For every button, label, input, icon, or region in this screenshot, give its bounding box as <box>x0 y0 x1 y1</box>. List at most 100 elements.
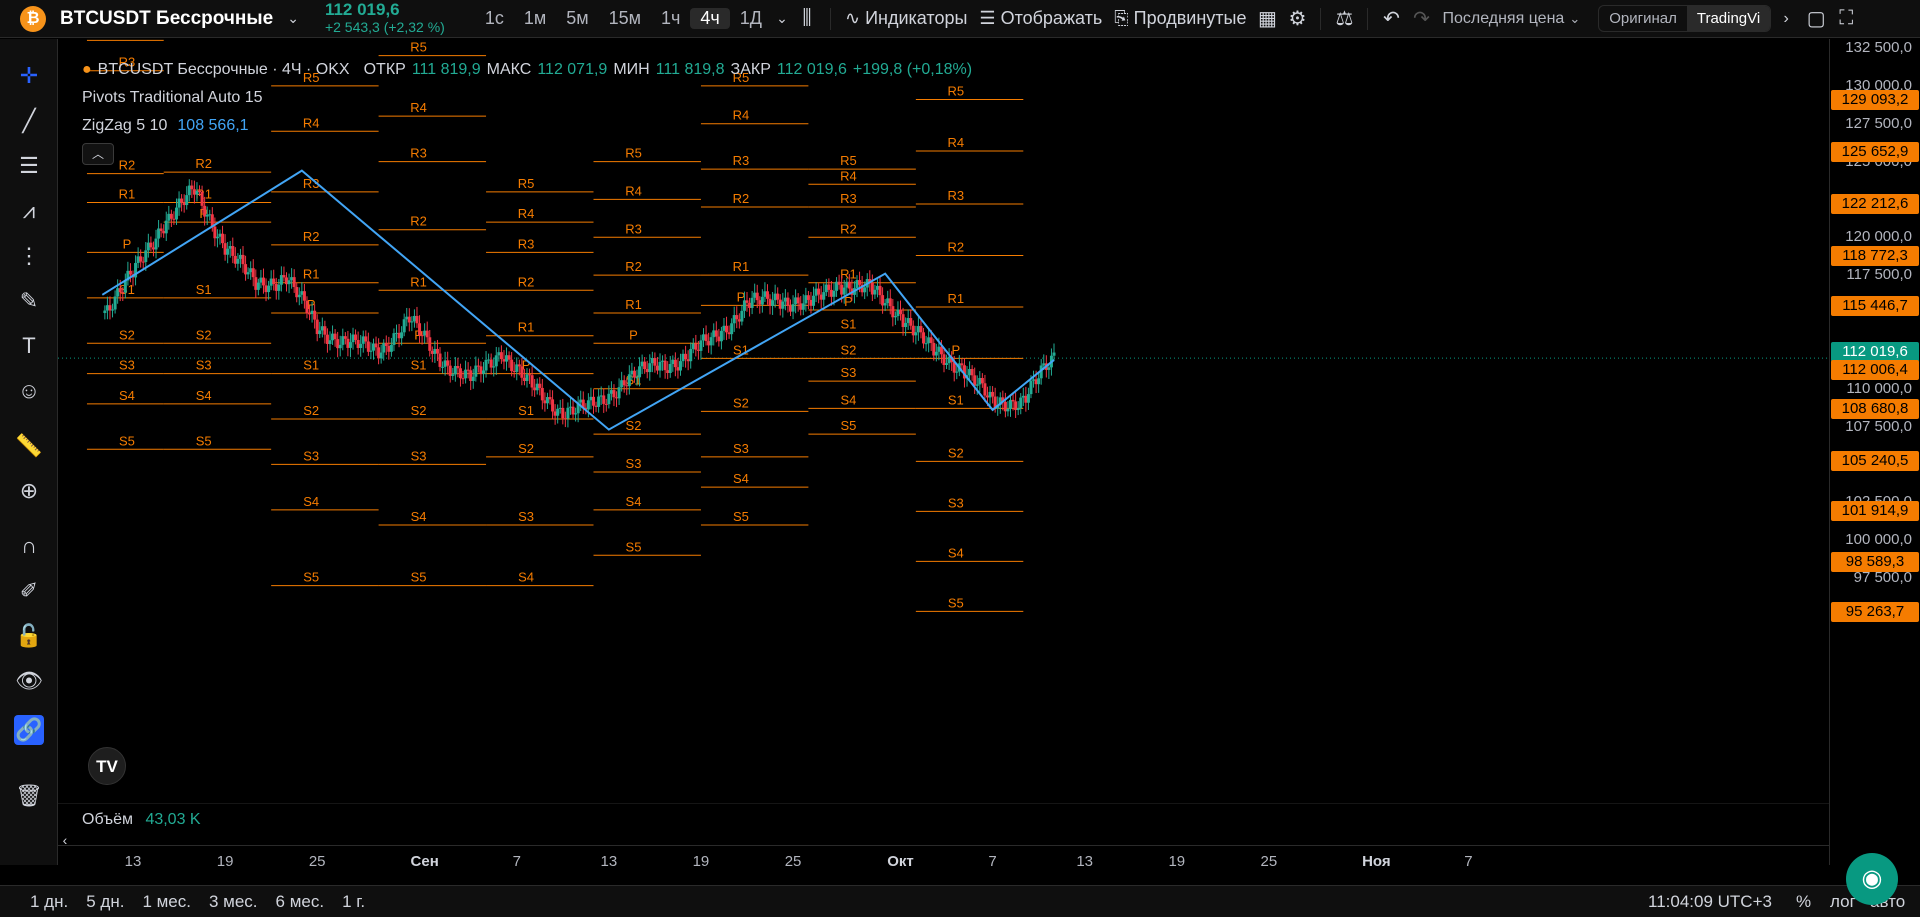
candle-up <box>218 233 222 237</box>
brush-icon[interactable]: ✎ <box>14 286 44 316</box>
candle-down <box>313 310 317 320</box>
candle-up <box>1037 378 1041 385</box>
candle-up <box>955 371 959 373</box>
zoom-icon[interactable]: ⊕ <box>14 476 44 506</box>
range-1d-button[interactable]: 1 дн. <box>30 892 68 912</box>
gear-icon[interactable]: ⚙ <box>1282 6 1312 31</box>
candle-down <box>748 302 752 308</box>
forecast-icon[interactable]: ⋮ <box>14 241 44 271</box>
emoji-icon[interactable]: ☺ <box>14 376 44 406</box>
price-axis[interactable]: 132 500,0130 000,0127 500,0125 000,0120 … <box>1829 39 1920 865</box>
pivot-level-label: R3 <box>625 221 642 236</box>
candle-down <box>182 202 186 206</box>
pencil-lock-icon[interactable]: ✐ <box>14 576 44 606</box>
candle-down <box>274 283 278 291</box>
view-original-tab[interactable]: Оригинал <box>1599 6 1687 31</box>
calendar-icon[interactable]: ▦ <box>1252 6 1282 31</box>
collapse-legend-button[interactable]: ︿ <box>82 143 114 165</box>
candle-up <box>678 361 682 371</box>
pivot-level-label: R1 <box>948 291 965 306</box>
tradingview-logo[interactable]: TV <box>88 747 126 785</box>
candle-down <box>707 341 711 346</box>
candle-down <box>604 403 608 405</box>
range-6m-button[interactable]: 6 мес. <box>276 892 325 912</box>
price-type-selector[interactable]: Последняя цена ⌄ <box>1436 10 1586 28</box>
candle-up <box>187 185 191 196</box>
range-5d-button[interactable]: 5 дн. <box>86 892 124 912</box>
candle-down <box>466 369 470 371</box>
pivot-level-label: S1 <box>303 358 319 373</box>
candle-down <box>663 360 667 371</box>
zigzag-value: 108 566,1 <box>177 117 249 134</box>
timeframe-1s[interactable]: 1с <box>475 8 514 29</box>
candle-up <box>259 277 263 283</box>
lock-icon[interactable]: 🔓 <box>14 621 44 651</box>
advanced-button[interactable]: ⎘ Продвинутые <box>1108 8 1252 29</box>
timeframe-1d[interactable]: 1Д <box>730 8 772 29</box>
candle-down <box>899 309 902 315</box>
divider <box>1367 7 1369 30</box>
redo-icon[interactable]: ↷ <box>1406 6 1436 31</box>
pivot-level-label: S4 <box>119 388 135 403</box>
candle-up <box>310 310 314 315</box>
pivot-level-label: R1 <box>119 186 136 201</box>
magnet-icon[interactable]: ∩ <box>14 531 44 561</box>
candle-up <box>978 377 982 385</box>
pivot-level-label: S3 <box>196 358 212 373</box>
pattern-icon[interactable]: ⩘ <box>14 196 44 226</box>
timeframe-15m[interactable]: 15м <box>599 8 651 29</box>
candle-up <box>402 319 406 333</box>
percent-toggle[interactable]: % <box>1796 892 1811 912</box>
support-chat-button[interactable]: ◉ <box>1846 853 1898 905</box>
range-1m-button[interactable]: 1 мес. <box>142 892 191 912</box>
display-button[interactable]: ☰ Отображать <box>973 8 1108 29</box>
timeframe-1m[interactable]: 1м <box>514 8 556 29</box>
timeframe-5m[interactable]: 5м <box>556 8 598 29</box>
candle-up <box>875 285 879 290</box>
view-tradingview-tab[interactable]: TradingVi <box>1686 6 1771 31</box>
timeframe-1h[interactable]: 1ч <box>651 8 690 29</box>
candle-down <box>806 295 810 300</box>
candle-down <box>1014 401 1018 411</box>
timeframe-4h[interactable]: 4ч <box>690 8 730 29</box>
candle-up <box>924 343 928 345</box>
pivot-level-label: S1 <box>948 392 964 407</box>
chevron-right-icon[interactable]: › <box>1771 10 1801 28</box>
trash-icon[interactable]: 🗑 <box>14 781 44 811</box>
fullscreen-icon[interactable]: ▢ <box>1801 6 1831 31</box>
trend-line-icon[interactable]: ╱ <box>14 106 44 136</box>
candle-down <box>768 298 772 306</box>
time-tick: 7 <box>988 853 997 870</box>
candle-down <box>901 314 905 328</box>
indicators-button[interactable]: ∿ Индикаторы <box>839 8 973 29</box>
candle-up <box>433 348 437 354</box>
symbol-selector[interactable]: BTCUSDT Бессрочные ⌄ <box>54 4 305 34</box>
text-icon[interactable]: T <box>14 331 44 361</box>
range-3m-button[interactable]: 3 мес. <box>209 892 258 912</box>
candle-down <box>563 418 567 420</box>
candle-down <box>765 291 769 299</box>
candle-up <box>154 238 158 250</box>
pivot-level-label: S2 <box>840 342 856 357</box>
candle-up <box>1052 352 1056 356</box>
range-1y-button[interactable]: 1 г. <box>342 892 365 912</box>
link-icon[interactable]: 🔗 <box>14 715 44 745</box>
candle-down <box>149 242 153 248</box>
fib-icon[interactable]: ☰ <box>14 151 44 181</box>
ruler-icon[interactable]: 📏 <box>14 431 44 461</box>
crosshair-icon[interactable]: ✛ <box>14 61 44 91</box>
clock-timezone[interactable]: 11:04:09 UTC+3 <box>1648 892 1772 912</box>
candle-down <box>428 337 432 351</box>
candle-down <box>727 332 731 335</box>
eye-icon[interactable]: 👁 <box>14 666 44 696</box>
pivots-legend-row[interactable]: Pivots Traditional Auto 15 <box>82 84 972 112</box>
zigzag-legend-row[interactable]: ZigZag 5 10 108 566,1 <box>82 112 972 140</box>
undo-icon[interactable]: ↶ <box>1376 6 1406 31</box>
scales-icon[interactable]: ⚖ <box>1329 6 1359 31</box>
candle-type-icon[interactable]: ⫼ <box>792 7 822 30</box>
candle-down <box>911 325 915 336</box>
advanced-label: Продвинутые <box>1133 8 1247 28</box>
timeframe-dropdown-icon[interactable]: ⌄ <box>772 10 792 27</box>
time-axis[interactable]: 13 19 25 Сен 7 13 19 25 Окт 7 13 19 25 Ноя 7 <box>58 845 1829 877</box>
screenshot-icon[interactable]: ⛶ <box>1831 7 1861 30</box>
